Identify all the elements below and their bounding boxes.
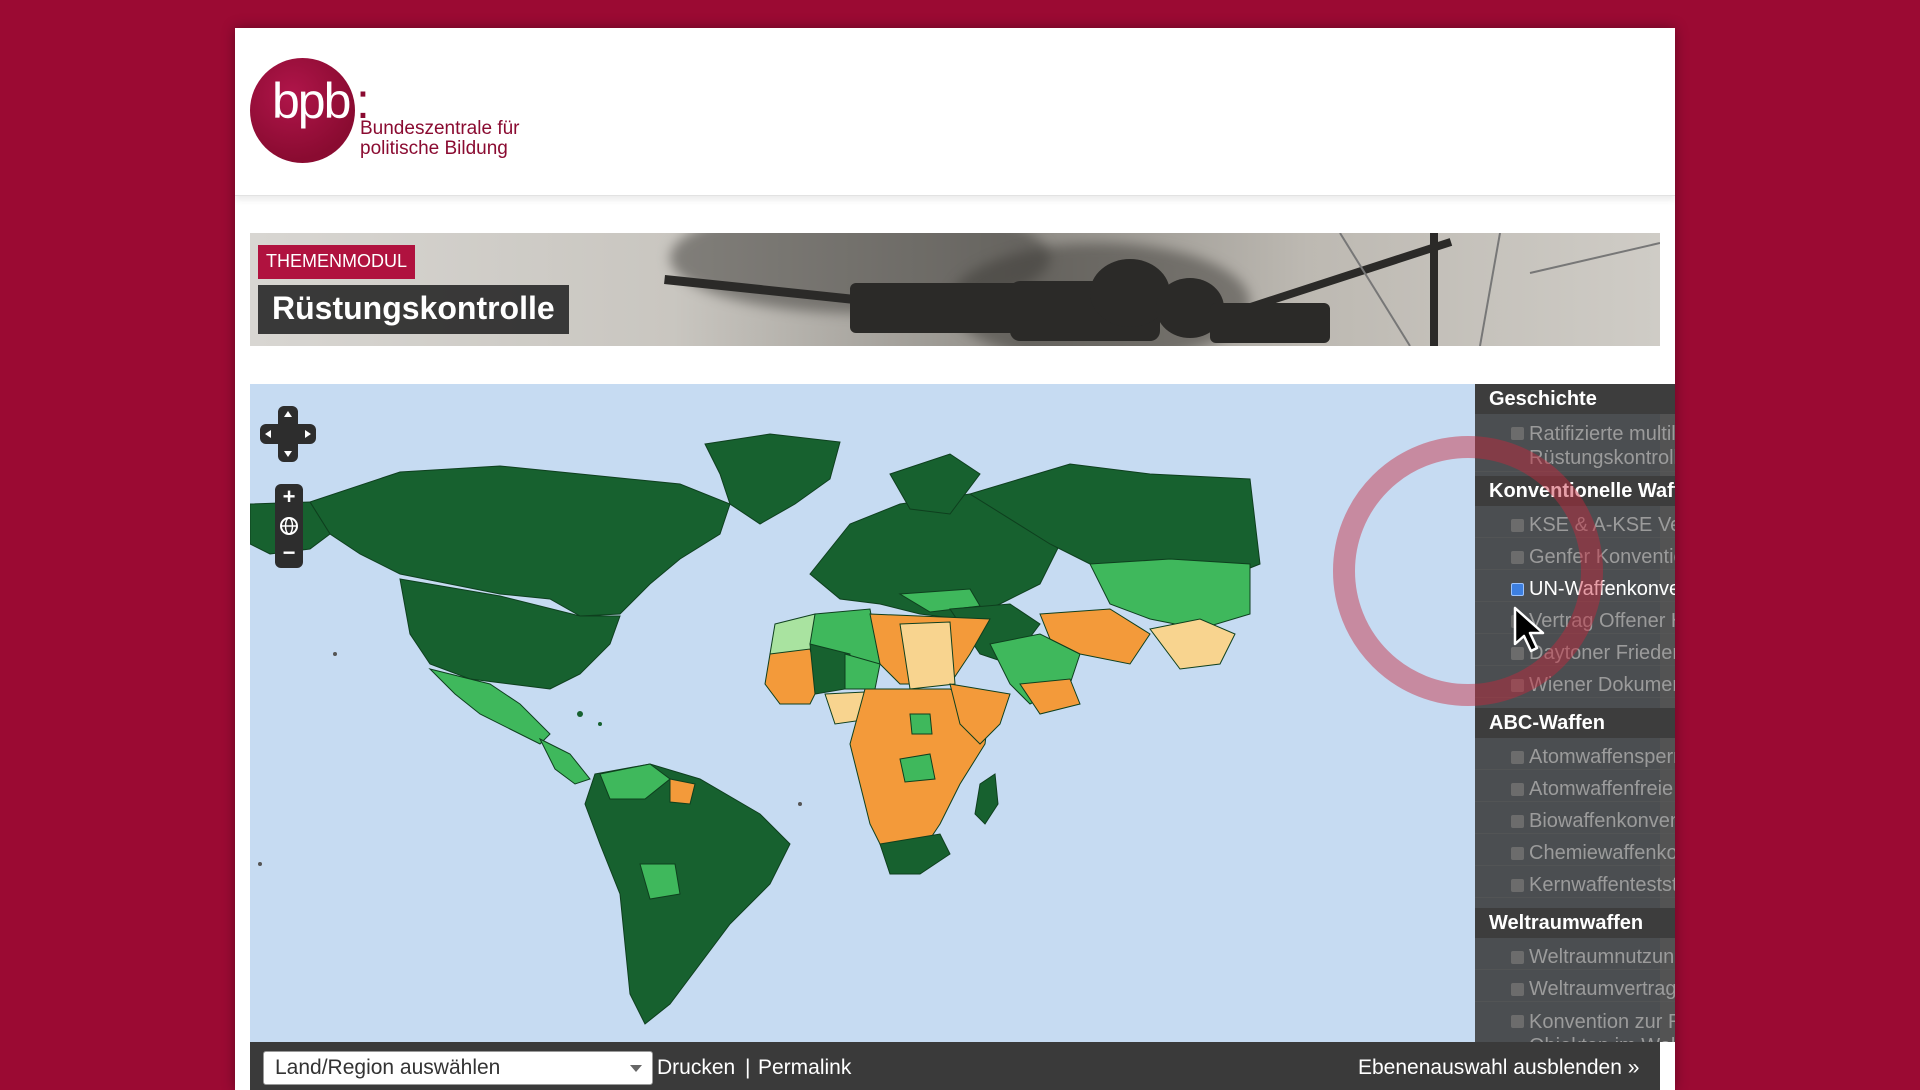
layer-checkbox[interactable] bbox=[1511, 951, 1524, 964]
layer-item-label: Ratifizierte multilaterale Rüstungskontr… bbox=[1529, 423, 1675, 469]
map-bottom-bar: Land/Region auswählen Drucken | Permalin… bbox=[250, 1042, 1660, 1090]
layer-item-label: Genfer Konventionen bbox=[1529, 546, 1675, 568]
layer-checkbox[interactable] bbox=[1511, 751, 1524, 764]
layer-item[interactable]: Biowaffenkonvention bbox=[1475, 808, 1675, 834]
print-link[interactable]: Drucken bbox=[657, 1056, 735, 1080]
layer-checkbox[interactable] bbox=[1511, 583, 1524, 596]
layer-checkbox[interactable] bbox=[1511, 847, 1524, 860]
layer-item[interactable]: Ratifizierte multilaterale Rüstungskontr… bbox=[1475, 420, 1675, 472]
world-map[interactable]: + − bbox=[250, 384, 1660, 1042]
layer-checkbox[interactable] bbox=[1511, 519, 1524, 532]
globe-reset-button[interactable] bbox=[275, 512, 303, 540]
layer-item[interactable]: Chemiewaffenkonvention bbox=[1475, 840, 1675, 866]
layer-item-label: Atomwaffensperrvertrag bbox=[1529, 746, 1675, 768]
layer-item[interactable]: Weltraumvertrag bbox=[1475, 976, 1675, 1002]
chevron-down-icon bbox=[630, 1065, 642, 1072]
region-pakistan bbox=[1149, 618, 1236, 670]
link-separator: | bbox=[745, 1056, 751, 1079]
pan-control[interactable] bbox=[260, 406, 316, 462]
layer-category-label: ABC-Waffen bbox=[1489, 712, 1605, 734]
region-southern-africa-center bbox=[899, 753, 936, 783]
page-title: Rüstungskontrolle bbox=[258, 285, 569, 334]
zoom-control: + − bbox=[275, 484, 303, 568]
layer-item[interactable]: Atomwaffenfreie Zonen bbox=[1475, 776, 1675, 802]
bpb-logo[interactable]: bpb : Bundeszentrale für politische Bild… bbox=[250, 58, 570, 168]
layer-checkbox[interactable] bbox=[1511, 879, 1524, 892]
layer-item[interactable]: Atomwaffensperrvertrag bbox=[1475, 744, 1675, 770]
layer-item[interactable]: Wiener Dokument bbox=[1475, 672, 1675, 698]
layer-item[interactable]: Genfer Konventionen bbox=[1475, 544, 1675, 570]
page: bpb : Bundeszentrale für politische Bild… bbox=[235, 28, 1675, 1090]
layer-category[interactable]: Konventionelle Waffeni≡ bbox=[1475, 476, 1675, 506]
world-map-shapes bbox=[250, 433, 1261, 1025]
logo-letters: bpb bbox=[272, 73, 351, 129]
layer-checkbox[interactable] bbox=[1511, 551, 1524, 564]
theme-module-tag: THEMENMODUL bbox=[258, 245, 416, 279]
region-guyana bbox=[669, 778, 696, 805]
globe-icon bbox=[280, 517, 298, 535]
layer-item-label: UN-Waffenkonvention bbox=[1529, 578, 1675, 600]
region-sudan bbox=[899, 621, 956, 690]
layer-item[interactable]: Kernwaffenteststopp-Vertrag bbox=[1475, 872, 1675, 898]
region-yemen bbox=[1019, 678, 1081, 715]
layer-checkbox[interactable] bbox=[1511, 427, 1524, 440]
layer-item-label: Konvention zur Registrierung von Objekte… bbox=[1529, 1011, 1675, 1042]
permalink-link[interactable]: Permalink bbox=[758, 1056, 851, 1080]
region-madagascar bbox=[974, 773, 999, 825]
layer-item-label: Daytoner Friedensabkommen bbox=[1529, 642, 1675, 664]
layer-checkbox[interactable] bbox=[1511, 1015, 1524, 1028]
logo-text-line1: Bundeszentrale für bbox=[360, 118, 520, 139]
layer-item-label: Kernwaffenteststopp-Vertrag bbox=[1529, 874, 1675, 896]
theme-banner: THEMENMODUL Rüstungskontrolle bbox=[250, 233, 1660, 346]
layer-item-label: Atomwaffenfreie Zonen bbox=[1529, 778, 1675, 800]
pan-arrows-icon bbox=[260, 406, 316, 462]
region-select-value: Land/Region auswählen bbox=[275, 1056, 501, 1079]
layer-checkbox[interactable] bbox=[1511, 679, 1524, 692]
layer-item-label: KSE & A-KSE Vertrag bbox=[1529, 514, 1675, 536]
mouse-cursor-icon bbox=[1513, 606, 1545, 653]
region-central-america bbox=[538, 737, 591, 785]
layer-item[interactable]: KSE & A-KSE Vertrag bbox=[1475, 512, 1675, 538]
layer-item[interactable]: Weltraumnutzung bbox=[1475, 944, 1675, 970]
layer-item-label: Chemiewaffenkonvention bbox=[1529, 842, 1675, 864]
layer-item[interactable]: Daytoner Friedensabkommen bbox=[1475, 640, 1675, 666]
layer-panel: Geschichtei≡ Ratifizierte multilaterale R… bbox=[1475, 384, 1675, 1042]
layer-item-label: Biowaffenkonvention bbox=[1529, 810, 1675, 832]
region-select[interactable]: Land/Region auswählen bbox=[263, 1051, 653, 1085]
zoom-in-button[interactable]: + bbox=[275, 484, 303, 512]
layer-item[interactable]: UN-Waffenkonvention bbox=[1475, 576, 1675, 602]
hide-layers-link[interactable]: Ebenenauswahl ausblenden » bbox=[1358, 1056, 1639, 1080]
layer-category[interactable]: ABC-Waffeni≡ bbox=[1475, 708, 1675, 738]
layer-checkbox[interactable] bbox=[1511, 983, 1524, 996]
region-east-africa bbox=[909, 713, 933, 735]
zoom-out-button[interactable]: − bbox=[275, 540, 303, 568]
layer-item-label: Vertrag Offener Himmel bbox=[1529, 610, 1675, 632]
layer-checkbox[interactable] bbox=[1511, 783, 1524, 796]
layer-category-label: Konventionelle Waffen bbox=[1489, 480, 1675, 502]
layer-category-label: Geschichte bbox=[1489, 388, 1597, 410]
layer-category[interactable]: Geschichtei≡ bbox=[1475, 384, 1675, 414]
layer-item-label: Weltraumnutzung bbox=[1529, 946, 1675, 968]
layer-item-label: Wiener Dokument bbox=[1529, 674, 1675, 696]
layer-category-label: Weltraumwaffen bbox=[1489, 912, 1644, 934]
layer-item[interactable]: Konvention zur Registrierung von Objekte… bbox=[1475, 1008, 1675, 1042]
logo-text-line2: politische Bildung bbox=[360, 138, 508, 159]
layer-item-label: Weltraumvertrag bbox=[1529, 978, 1675, 1000]
layer-item[interactable]: Vertrag Offener Himmel bbox=[1475, 608, 1675, 634]
site-header: bpb : Bundeszentrale für politische Bild… bbox=[235, 28, 1675, 196]
layer-checkbox[interactable] bbox=[1511, 815, 1524, 828]
region-canada bbox=[309, 465, 731, 617]
layer-category[interactable]: Weltraumwaffeni≡ bbox=[1475, 908, 1675, 938]
